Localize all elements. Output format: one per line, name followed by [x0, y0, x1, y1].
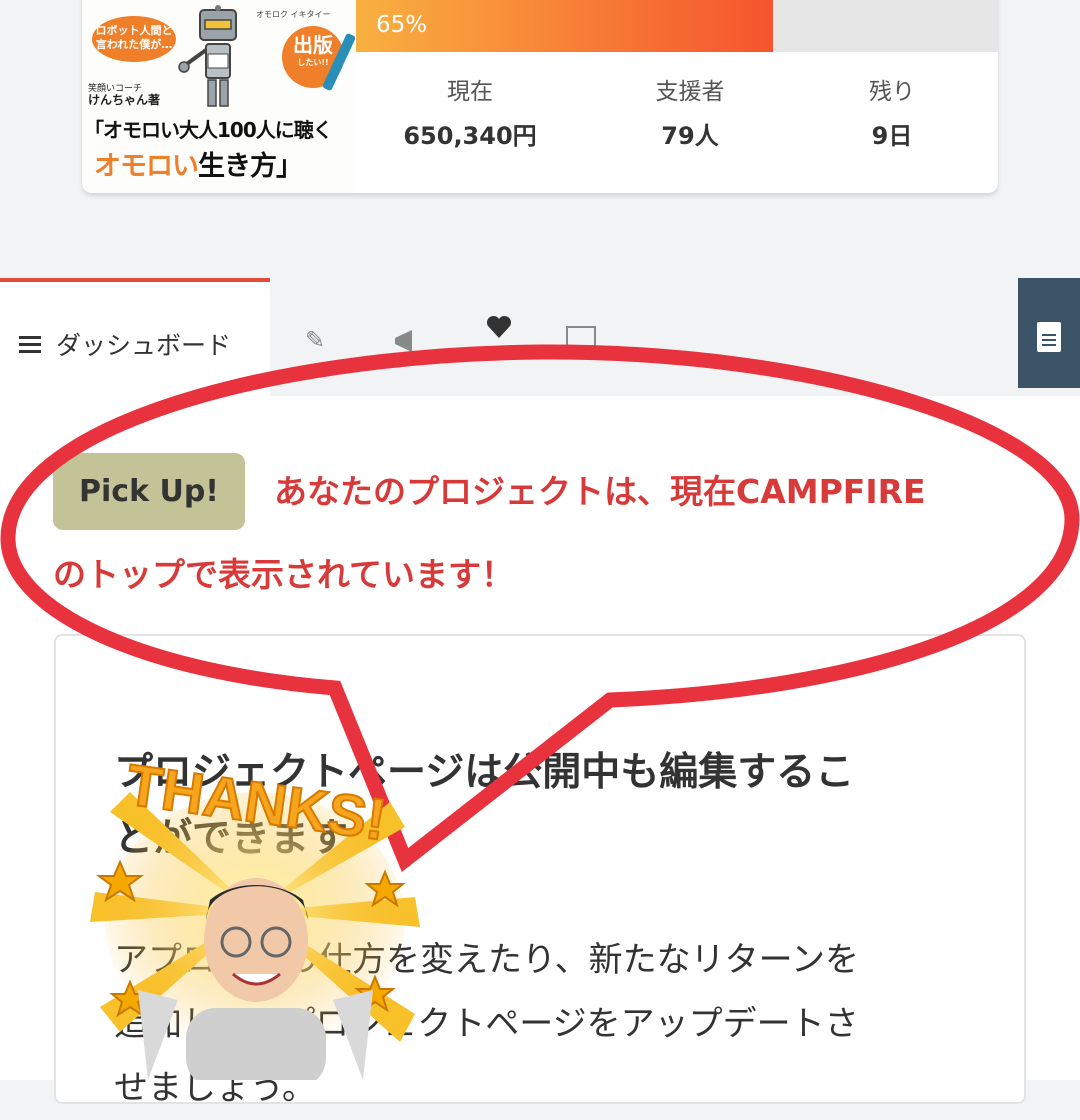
- thumbnail-title-2a: オモロい: [94, 151, 199, 182]
- stat-days-left: 残り 9日: [785, 72, 998, 151]
- project-tab-bar: ダッシュボード ✎: [0, 278, 1080, 396]
- thumbnail-title-2b: 生き方: [198, 151, 277, 182]
- pickup-badge: Pick Up!: [53, 453, 245, 530]
- stat-current-amount: 現在 650,340円: [363, 72, 577, 151]
- pickup-message-line2: のトップで表示されています！: [53, 555, 515, 594]
- project-thumbnail[interactable]: ロボット人間と 言われた僕が… オモロク イキタイー 出版 したい!! 笑顔いコ…: [82, 0, 357, 193]
- pencil-icon[interactable]: ✎: [300, 326, 330, 356]
- thumbnail-title-line2: オモロい生き方」: [94, 144, 303, 183]
- thumbnail-tagline: オモロク イキタイー: [256, 10, 331, 19]
- stat-supporters: 支援者 79人: [583, 72, 797, 151]
- stat-value: 650,340円: [403, 122, 537, 150]
- tab-dashboard-label: ダッシュボード: [56, 331, 232, 360]
- thumbnail-title-line1: 「オモロい大人100人に聴く: [84, 118, 333, 142]
- megaphone-icon[interactable]: [392, 326, 422, 356]
- pickup-message-line1: あなたのプロジェクトは、現在CAMPFIRE: [274, 472, 926, 511]
- thumbnail-speech-bubble: ロボット人間と 言われた僕が…: [92, 16, 176, 62]
- mail-icon[interactable]: [566, 326, 596, 356]
- tab-dashboard[interactable]: ダッシュボード: [0, 278, 270, 396]
- project-summary-card[interactable]: ロボット人間と 言われた僕が… オモロク イキタイー 出版 したい!! 笑顔いコ…: [82, 0, 998, 193]
- thumbnail-title-2c: 」: [276, 151, 303, 182]
- thanks-sticker: THANKS!: [90, 752, 420, 1080]
- heart-icon[interactable]: [484, 314, 514, 344]
- stat-label: 現在: [447, 79, 493, 105]
- stat-label: 支援者: [655, 79, 725, 105]
- author-name: けんちゃん著: [88, 93, 161, 107]
- stat-label: 残り: [869, 79, 915, 105]
- robot-illustration: [178, 5, 237, 107]
- stat-value: 9日: [871, 122, 913, 150]
- funding-progress-bar: 65%: [356, 0, 998, 52]
- publish-stamp-main: 出版: [293, 33, 333, 57]
- funding-progress-percent: 65%: [376, 12, 428, 38]
- menu-icon: [19, 336, 41, 354]
- document-button[interactable]: [1018, 278, 1080, 388]
- thumbnail-author: 笑顔いコーチ けんちゃん著: [88, 84, 160, 108]
- document-icon: [1037, 322, 1061, 352]
- stat-value: 79人: [661, 122, 719, 150]
